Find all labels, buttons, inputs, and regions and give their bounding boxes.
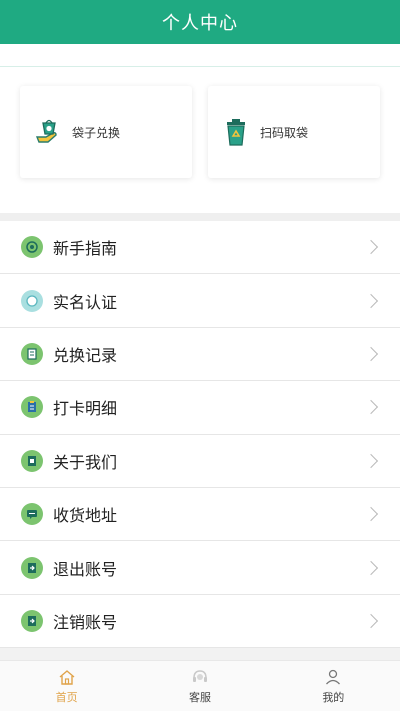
menu-item-checkin[interactable]: 打卡明细 bbox=[0, 381, 400, 435]
menu-list: 新手指南 实名认证 兑换记录 打卡明细 关于我们 收货地址 退出账号 注销账号 bbox=[0, 221, 400, 649]
menu-label-deactivate: 注销账号 bbox=[53, 612, 118, 632]
tab-label-home: 首页 bbox=[55, 690, 78, 704]
menu-label-records: 兑换记录 bbox=[53, 345, 118, 365]
bottom-spacer bbox=[0, 648, 400, 660]
menu-label-guide: 新手指南 bbox=[53, 239, 118, 259]
chevron-right-icon bbox=[363, 400, 379, 415]
chevron-right-icon bbox=[363, 240, 379, 255]
bag-exchange-icon bbox=[33, 117, 63, 147]
verify-icon bbox=[21, 289, 43, 312]
scan-get-bag-card[interactable]: 扫码取袋 bbox=[208, 86, 380, 178]
service-icon bbox=[190, 668, 210, 686]
user-icon bbox=[323, 668, 343, 686]
section-divider bbox=[0, 213, 400, 221]
top-bar: 个人中心 bbox=[0, 0, 400, 44]
chevron-right-icon bbox=[363, 507, 379, 522]
guide-icon bbox=[21, 236, 43, 259]
menu-label-about: 关于我们 bbox=[53, 452, 118, 472]
deactivate-icon bbox=[21, 609, 43, 632]
menu-label-logout: 退出账号 bbox=[53, 559, 118, 579]
chevron-right-icon bbox=[363, 453, 379, 468]
quick-actions-panel: 袋子兑换 扫码取袋 bbox=[0, 44, 400, 214]
menu-item-logout[interactable]: 退出账号 bbox=[0, 541, 400, 595]
address-icon bbox=[21, 503, 43, 526]
tab-mine[interactable]: 我的 bbox=[267, 661, 400, 711]
menu-item-verify[interactable]: 实名认证 bbox=[0, 274, 400, 328]
menu-item-guide[interactable]: 新手指南 bbox=[0, 221, 400, 275]
chevron-right-icon bbox=[363, 560, 379, 575]
tab-bar: 首页 客服 我的 bbox=[0, 660, 400, 711]
recycle-bin-icon bbox=[221, 117, 251, 147]
record-icon bbox=[21, 342, 43, 365]
menu-item-deactivate[interactable]: 注销账号 bbox=[0, 595, 400, 649]
menu-item-records[interactable]: 兑换记录 bbox=[0, 328, 400, 382]
checkin-icon bbox=[21, 396, 43, 419]
bag-exchange-card[interactable]: 袋子兑换 bbox=[20, 86, 192, 178]
about-icon bbox=[21, 449, 43, 472]
home-icon bbox=[57, 668, 77, 686]
menu-item-address[interactable]: 收货地址 bbox=[0, 488, 400, 542]
chevron-right-icon bbox=[363, 346, 379, 362]
chevron-right-icon bbox=[363, 293, 379, 308]
menu-label-checkin: 打卡明细 bbox=[53, 399, 118, 419]
tab-label-service: 客服 bbox=[188, 690, 211, 704]
divider-line bbox=[0, 66, 400, 67]
tab-label-mine: 我的 bbox=[322, 690, 345, 704]
menu-label-address: 收货地址 bbox=[53, 506, 118, 526]
tab-service[interactable]: 客服 bbox=[133, 661, 266, 711]
menu-item-about[interactable]: 关于我们 bbox=[0, 435, 400, 488]
tab-home[interactable]: 首页 bbox=[0, 661, 133, 711]
logout-icon bbox=[21, 556, 43, 579]
scan-get-bag-label: 扫码取袋 bbox=[260, 125, 309, 140]
menu-label-verify: 实名认证 bbox=[53, 292, 118, 312]
bag-exchange-label: 袋子兑换 bbox=[72, 125, 121, 140]
chevron-right-icon bbox=[363, 613, 379, 628]
page-title: 个人中心 bbox=[162, 13, 238, 34]
